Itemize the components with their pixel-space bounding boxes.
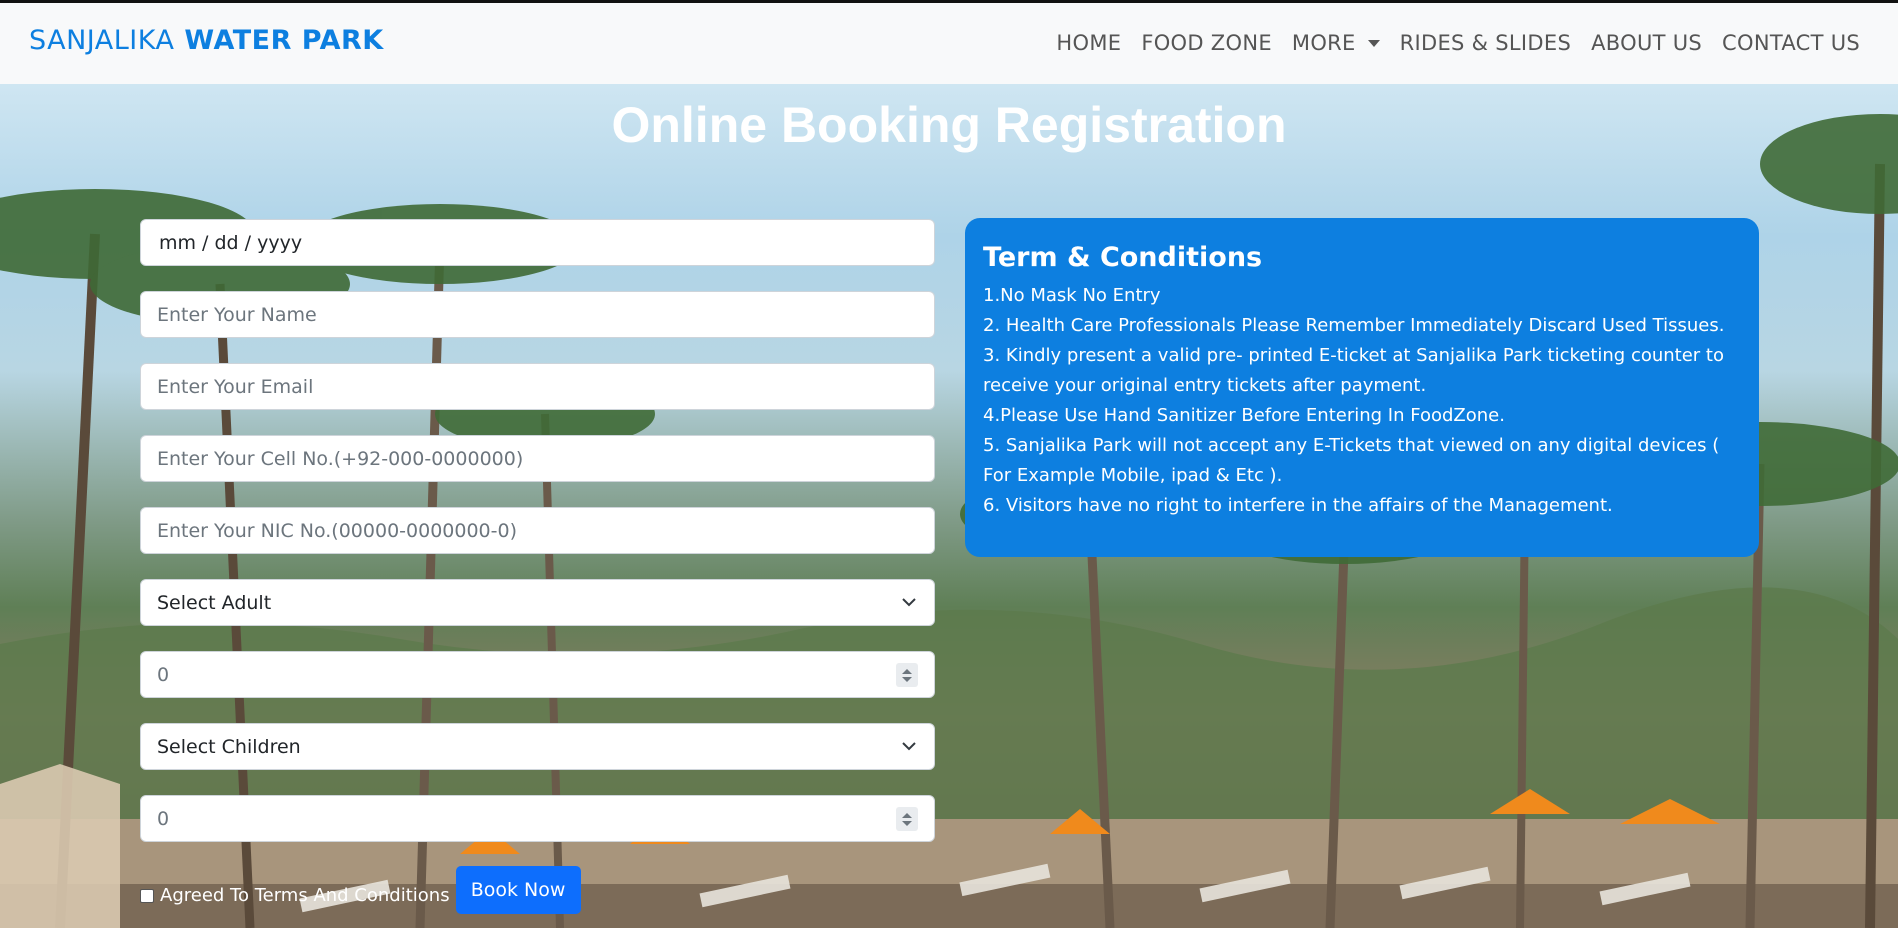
date-field[interactable]: mm / dd / yyyy xyxy=(140,219,935,266)
agree-checkbox[interactable] xyxy=(140,889,154,903)
date-placeholder: mm / dd / yyyy xyxy=(159,231,303,254)
adult-count-field[interactable]: 0 xyxy=(140,651,935,698)
terms-item: 1.No Mask No Entry xyxy=(983,285,1161,306)
terms-title: Term & Conditions xyxy=(983,242,1263,273)
chevron-down-icon xyxy=(902,742,916,751)
adult-count-value: 0 xyxy=(157,663,170,686)
email-field xyxy=(140,363,935,410)
terms-item: 4.Please Use Hand Sanitizer Before Enter… xyxy=(983,405,1505,426)
children-select[interactable]: Select Children xyxy=(140,723,935,770)
nav-about-us[interactable]: ABOUT US xyxy=(1591,31,1702,55)
chevron-down-icon xyxy=(902,598,916,607)
booking-form: mm / dd / yyyy Select Adult 0 Select Chi… xyxy=(140,219,935,867)
navbar: SANJALIKA WATER PARK HOME FOOD ZONE MORE… xyxy=(0,3,1898,84)
nic-field xyxy=(140,507,935,554)
page-title: Online Booking Registration xyxy=(611,97,1287,153)
hero-background: Online Booking Registration mm / dd / yy… xyxy=(0,84,1898,928)
terms-item: 3. Kindly present a valid pre- printed E… xyxy=(983,345,1724,396)
nav-rides-slides[interactable]: RIDES & SLIDES xyxy=(1400,31,1571,55)
adult-select[interactable]: Select Adult xyxy=(140,579,935,626)
name-input[interactable] xyxy=(157,292,934,337)
cell-input[interactable] xyxy=(157,436,934,481)
agree-row: Agreed To Terms And Conditions Book Now xyxy=(140,866,581,914)
name-field xyxy=(140,291,935,338)
nav-food-zone[interactable]: FOOD ZONE xyxy=(1141,31,1272,55)
email-input[interactable] xyxy=(157,364,934,409)
nav-more-label: MORE xyxy=(1291,31,1356,55)
nav-home[interactable]: HOME xyxy=(1056,31,1121,55)
terms-item: 5. Sanjalika Park will not accept any E-… xyxy=(983,435,1720,486)
adult-select-value: Select Adult xyxy=(157,591,272,614)
main-nav: HOME FOOD ZONE MORE RIDES & SLIDES ABOUT… xyxy=(1056,31,1860,55)
terms-item: 6. Visitors have no right to interfere i… xyxy=(983,495,1613,516)
nav-more-dropdown[interactable]: MORE xyxy=(1292,31,1380,55)
children-count-field[interactable]: 0 xyxy=(140,795,935,842)
brand-part2: WATER PARK xyxy=(184,25,384,56)
children-select-value: Select Children xyxy=(157,735,301,758)
agree-label: Agreed To Terms And Conditions xyxy=(160,885,450,906)
terms-item: 2. Health Care Professionals Please Reme… xyxy=(983,315,1725,336)
nic-input[interactable] xyxy=(157,508,934,553)
terms-panel: Term & Conditions 1.No Mask No Entry 2. … xyxy=(965,218,1759,557)
children-stepper[interactable] xyxy=(896,807,918,831)
book-now-button[interactable]: Book Now xyxy=(455,866,581,914)
caret-down-icon xyxy=(1367,39,1380,47)
nav-contact-us[interactable]: CONTACT US xyxy=(1722,31,1860,55)
cell-field xyxy=(140,435,935,482)
children-count-value: 0 xyxy=(157,807,170,830)
adult-stepper[interactable] xyxy=(896,663,918,687)
brand-part1: SANJALIKA xyxy=(29,25,175,56)
brand-logo[interactable]: SANJALIKA WATER PARK xyxy=(29,25,384,56)
